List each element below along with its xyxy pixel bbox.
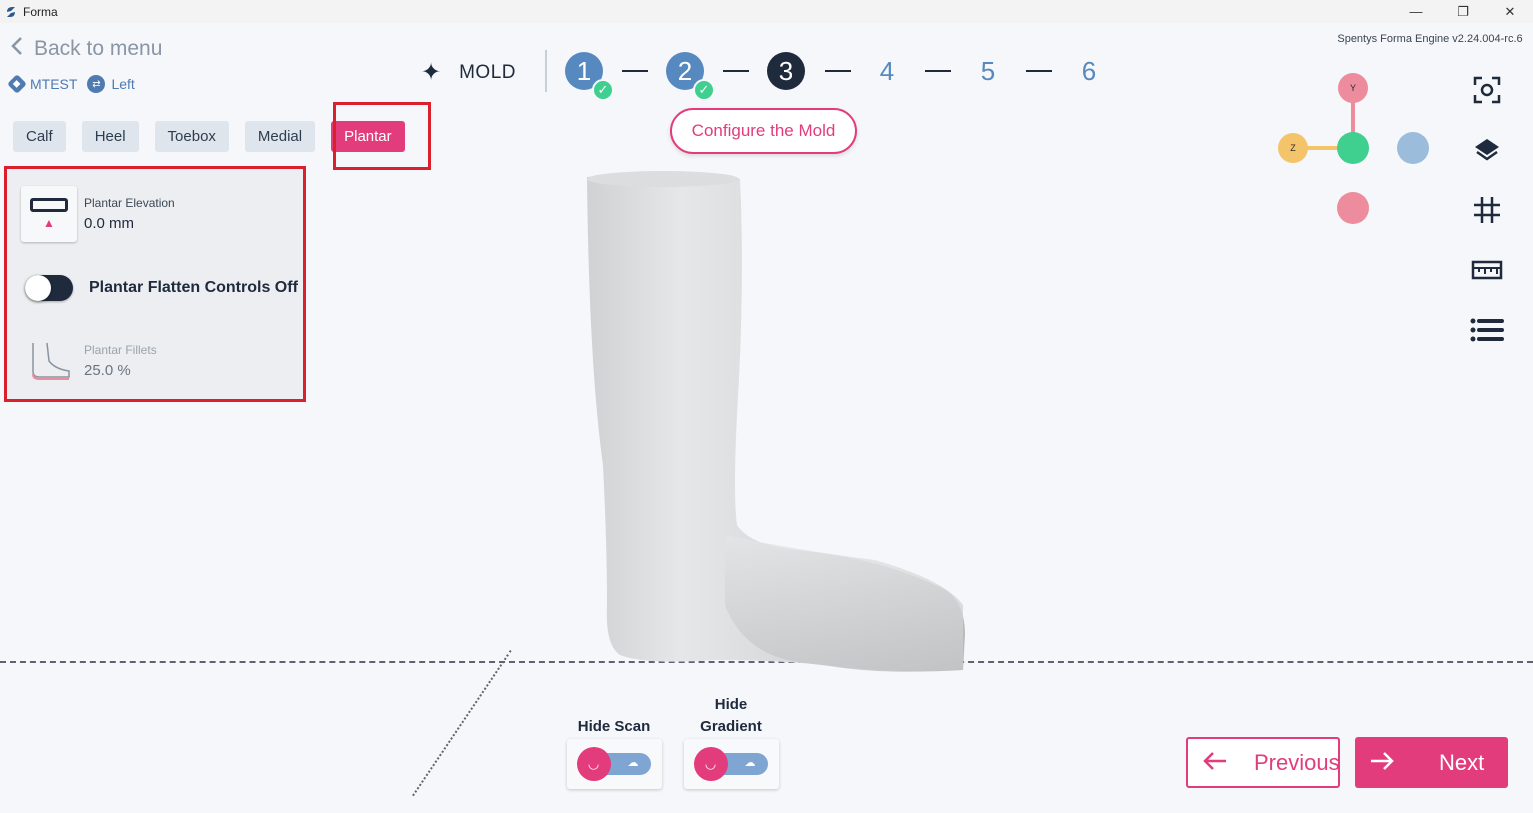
- engine-version: Spentys Forma Engine v2.24.004-rc.6: [1337, 33, 1523, 45]
- step-2-check-icon: ✓: [693, 79, 715, 101]
- chevron-left-icon: [10, 36, 24, 62]
- flatten-toggle[interactable]: [25, 275, 73, 301]
- back-to-menu-link[interactable]: Back to menu: [10, 36, 162, 62]
- cloud-icon: ☁: [744, 757, 756, 769]
- mold-label: MOLD: [459, 61, 517, 83]
- flatten-label: Plantar Flatten Controls Off: [89, 279, 298, 296]
- window-title: Forma: [23, 4, 58, 19]
- plantar-fillets-row: Plantar Fillets 25.0 %: [21, 333, 157, 389]
- patient-icon: ◆: [7, 74, 27, 94]
- gizmo-center[interactable]: [1337, 132, 1369, 164]
- next-label: Next: [1439, 749, 1485, 775]
- highlight-box-tab: [333, 102, 431, 170]
- mold-section: ✦ MOLD: [421, 58, 516, 87]
- step-connector: [1026, 70, 1052, 72]
- neg-y-axis-handle[interactable]: [1337, 192, 1369, 224]
- patient-name: MTEST: [30, 76, 78, 92]
- hide-scan-toggle[interactable]: ◡ ☁: [567, 739, 662, 789]
- eye-closed-icon: ◡: [693, 747, 728, 781]
- side-label: Left: [111, 76, 135, 92]
- cloud-icon: ☁: [627, 757, 639, 769]
- elevation-value[interactable]: 0.0 mm: [84, 215, 175, 232]
- sparkle-icon: ✦: [421, 59, 442, 86]
- patient-meta: ◆ MTEST ⇄ Left: [7, 74, 135, 94]
- step-connector: [925, 70, 951, 72]
- maximize-button[interactable]: ❐: [1440, 0, 1486, 23]
- grid-icon: [1474, 197, 1500, 223]
- list-icon: [1470, 318, 1504, 342]
- tab-toebox[interactable]: Toebox: [154, 121, 229, 152]
- back-label: Back to menu: [34, 37, 163, 60]
- x-axis-handle[interactable]: [1397, 132, 1429, 164]
- arrow-right-icon: [1369, 747, 1395, 778]
- next-button[interactable]: Next: [1355, 737, 1508, 788]
- step-1-check-icon: ✓: [592, 79, 614, 101]
- tab-medial[interactable]: Medial: [244, 121, 316, 152]
- foot-mold-model[interactable]: [575, 165, 975, 680]
- z-axis-handle[interactable]: Z: [1278, 133, 1308, 163]
- list-button[interactable]: [1467, 310, 1507, 350]
- fillets-label: Plantar Fillets: [84, 343, 157, 357]
- tab-heel[interactable]: Heel: [81, 121, 139, 152]
- fillets-value: 25.0 %: [84, 362, 131, 379]
- ruler-button[interactable]: [1467, 250, 1507, 290]
- minimize-button[interactable]: —: [1393, 0, 1439, 23]
- perspective-guide-line: [412, 650, 512, 797]
- arrow-left-icon: [1202, 747, 1228, 778]
- camera-focus-icon: [1473, 76, 1501, 104]
- grid-button[interactable]: [1467, 190, 1507, 230]
- plantar-elevation-row[interactable]: ▲ Plantar Elevation 0.0 mm: [21, 186, 175, 242]
- tab-calf[interactable]: Calf: [13, 121, 66, 152]
- ruler-icon: [1471, 260, 1503, 280]
- app-logo-icon: [5, 6, 17, 18]
- hide-gradient-toggle[interactable]: ◡ ☁: [684, 739, 779, 789]
- y-axis-handle[interactable]: Y: [1338, 73, 1368, 103]
- camera-focus-button[interactable]: [1467, 70, 1507, 110]
- step-connector: [622, 70, 648, 72]
- hide-gradient-label: Hide Gradient: [700, 696, 762, 735]
- close-button[interactable]: ✕: [1487, 0, 1533, 23]
- layers-icon: [1475, 139, 1499, 161]
- previous-button[interactable]: Previous: [1186, 737, 1340, 788]
- step-3[interactable]: 3: [767, 52, 805, 90]
- step-connector: [723, 70, 749, 72]
- previous-label: Previous: [1254, 749, 1340, 775]
- plantar-flatten-row: Plantar Flatten Controls Off: [25, 275, 298, 301]
- step-connector: [825, 70, 851, 72]
- eye-closed-icon: ◡: [576, 747, 611, 781]
- layers-button[interactable]: [1467, 130, 1507, 170]
- configure-mold-badge: Configure the Mold: [670, 108, 857, 154]
- step-6[interactable]: 6: [1070, 52, 1108, 90]
- elevation-icon: ▲: [21, 186, 77, 242]
- side-swap-icon: ⇄: [87, 75, 106, 93]
- window-titlebar: Forma: [0, 0, 1533, 23]
- hide-scan-label: Hide Scan: [577, 718, 651, 735]
- elevation-label: Plantar Elevation: [84, 196, 175, 210]
- step-4[interactable]: 4: [868, 52, 906, 90]
- fillets-foot-icon: [21, 333, 77, 389]
- stepper-divider: [545, 50, 547, 92]
- step-5[interactable]: 5: [969, 52, 1007, 90]
- plantar-settings-panel: ▲ Plantar Elevation 0.0 mm Plantar Flatt…: [4, 166, 306, 402]
